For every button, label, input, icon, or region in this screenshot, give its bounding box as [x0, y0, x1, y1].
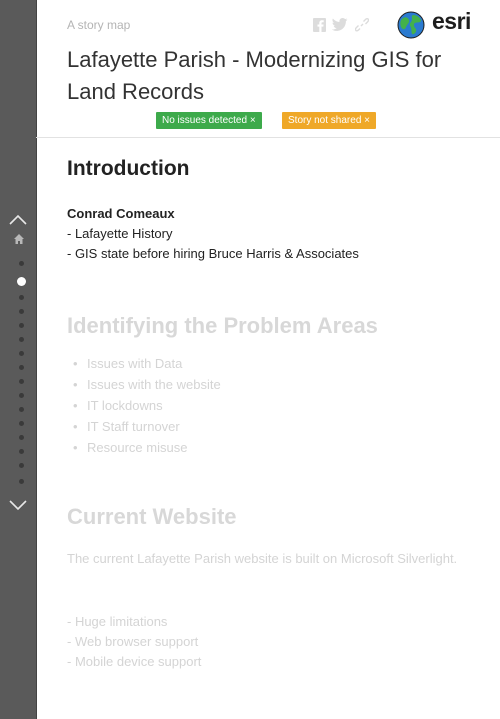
- section-nav-dot[interactable]: [19, 261, 24, 266]
- list-item: Issues with the website: [73, 377, 221, 392]
- section-nav-dot[interactable]: [19, 295, 24, 300]
- link-icon[interactable]: [355, 18, 369, 32]
- section-nav-dot[interactable]: [19, 435, 24, 440]
- section-heading-current-website[interactable]: Current Website: [67, 504, 237, 530]
- website-line: - Huge limitations: [67, 614, 168, 629]
- chevron-up-icon[interactable]: [8, 210, 28, 230]
- header-divider: [36, 137, 500, 138]
- section-nav-dot[interactable]: [19, 337, 24, 342]
- section-nav-dot[interactable]: [19, 421, 24, 426]
- story-header: A story map esri Lafayette Parish - Mode…: [36, 0, 500, 137]
- section-nav-dot[interactable]: [19, 449, 24, 454]
- section-nav-dot[interactable]: [19, 379, 24, 384]
- story-kicker: A story map: [67, 18, 131, 32]
- author-name: Conrad Comeaux: [67, 206, 175, 221]
- section-nav-dot[interactable]: [19, 365, 24, 370]
- home-icon[interactable]: [14, 234, 24, 244]
- section-heading-problem-areas[interactable]: Identifying the Problem Areas: [67, 313, 378, 339]
- list-item: Resource misuse: [73, 440, 187, 455]
- esri-logo-text: esri: [432, 8, 471, 34]
- list-item: IT lockdowns: [73, 398, 163, 413]
- section-nav-dot[interactable]: [19, 351, 24, 356]
- section-nav-dot-active[interactable]: [17, 277, 26, 286]
- issues-status-badge[interactable]: No issues detected ×: [156, 112, 262, 129]
- list-item: Issues with Data: [73, 356, 182, 371]
- section-nav-dot[interactable]: [19, 479, 24, 484]
- sharing-status-badge[interactable]: Story not shared ×: [282, 112, 376, 129]
- twitter-icon[interactable]: [332, 18, 348, 32]
- website-paragraph: The current Lafayette Parish website is …: [67, 551, 458, 566]
- section-nav-rail: [0, 0, 37, 719]
- section-nav-dot[interactable]: [19, 309, 24, 314]
- section-nav-dot[interactable]: [19, 463, 24, 468]
- facebook-icon[interactable]: [313, 18, 326, 32]
- list-item: IT Staff turnover: [73, 419, 180, 434]
- intro-line: - GIS state before hiring Bruce Harris &…: [67, 246, 359, 261]
- website-line: - Mobile device support: [67, 654, 202, 669]
- section-heading-introduction[interactable]: Introduction: [67, 157, 189, 181]
- story-title: Lafayette Parish - Modernizing GIS for L…: [67, 47, 442, 104]
- website-line: - Web browser support: [67, 634, 199, 649]
- esri-globe-icon: [397, 11, 425, 39]
- intro-line: - Lafayette History: [67, 226, 173, 241]
- section-nav-dot[interactable]: [19, 407, 24, 412]
- chevron-down-icon[interactable]: [8, 495, 28, 515]
- section-nav-dot[interactable]: [19, 393, 24, 398]
- section-nav-dot[interactable]: [19, 323, 24, 328]
